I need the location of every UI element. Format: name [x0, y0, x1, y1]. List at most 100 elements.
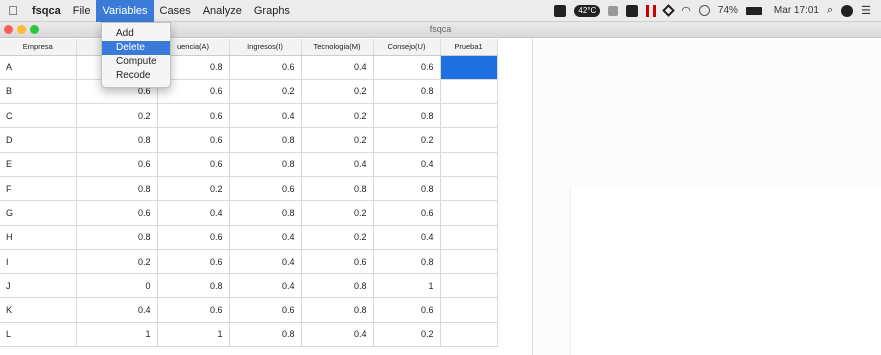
row-label[interactable]: G [0, 200, 77, 226]
table-cell[interactable]: 0.8 [76, 127, 158, 153]
table-cell[interactable]: 0.2 [373, 127, 441, 153]
parallels-icon[interactable] [646, 4, 657, 17]
table-cell[interactable]: 0.4 [157, 200, 230, 226]
table-cell[interactable]: 0.6 [76, 152, 158, 177]
table-cell[interactable]: 0.4 [229, 225, 302, 250]
wifi-icon[interactable]: ◠ [681, 4, 691, 17]
table-cell[interactable]: 0.4 [373, 225, 441, 250]
row-label[interactable]: E [0, 152, 77, 177]
table-cell[interactable]: 0.8 [373, 103, 441, 129]
table-cell[interactable]: 0.4 [301, 152, 374, 177]
menu-item-add[interactable]: Add [102, 27, 170, 41]
table-cell[interactable] [440, 127, 498, 153]
row-label[interactable]: L [0, 322, 77, 348]
time-machine-icon[interactable] [698, 5, 710, 16]
camera-icon[interactable] [554, 4, 567, 17]
siri-icon[interactable] [841, 4, 854, 17]
table-cell[interactable]: 0.4 [229, 273, 302, 299]
table-cell[interactable]: 0.8 [76, 225, 158, 250]
table-cell[interactable]: 0.4 [301, 322, 374, 348]
table-cell[interactable] [440, 249, 498, 275]
clock[interactable]: Mar 17:01 [774, 5, 819, 16]
table-cell[interactable]: 0.8 [157, 273, 230, 299]
table-cell[interactable]: 0.2 [301, 127, 374, 153]
table-cell[interactable]: 0.8 [373, 249, 441, 275]
table-cell[interactable]: 0.8 [301, 176, 374, 202]
app-menu[interactable]: fsqca [26, 0, 67, 22]
row-label[interactable]: B [0, 79, 77, 105]
column-header[interactable]: Consejo(U) [373, 39, 441, 56]
table-cell[interactable] [440, 152, 498, 177]
table-cell[interactable]: 0.8 [229, 322, 302, 348]
table-cell[interactable]: 0.8 [229, 200, 302, 226]
table-cell[interactable]: 0.2 [373, 322, 441, 348]
menu-graphs[interactable]: Graphs [248, 0, 296, 22]
battery-percent[interactable]: 74% [718, 5, 738, 16]
table-cell[interactable] [440, 322, 498, 348]
search-icon[interactable]: ⌕ [827, 4, 833, 17]
table-cell[interactable]: 0.6 [229, 297, 302, 323]
table-cell[interactable] [440, 103, 498, 129]
table-cell[interactable]: 0.2 [301, 225, 374, 250]
table-cell[interactable]: 0.2 [76, 249, 158, 275]
table-cell[interactable]: 0.6 [229, 176, 302, 202]
row-label[interactable]: A [0, 55, 77, 80]
menu-analyze[interactable]: Analyze [197, 0, 248, 22]
table-cell[interactable] [440, 176, 498, 202]
column-header[interactable]: Prueba1 [440, 39, 498, 56]
table-cell[interactable]: 0 [76, 273, 158, 299]
table-cell[interactable]: 0.8 [373, 176, 441, 202]
table-cell[interactable] [440, 225, 498, 250]
table-cell[interactable]: 0.6 [157, 297, 230, 323]
row-label[interactable]: I [0, 249, 77, 275]
table-cell[interactable]: 0.6 [373, 55, 441, 80]
diamond-icon[interactable] [662, 4, 676, 17]
table-cell[interactable]: 0.6 [157, 249, 230, 275]
menu-item-delete[interactable]: Delete [102, 41, 170, 55]
table-cell[interactable]: 0.8 [229, 127, 302, 153]
apple-icon[interactable]:  [0, 3, 26, 18]
row-label[interactable]: K [0, 297, 77, 323]
table-cell[interactable]: 0.6 [157, 225, 230, 250]
table-cell[interactable]: 0.6 [157, 152, 230, 177]
table-cell[interactable]: 0.6 [157, 127, 230, 153]
table-cell[interactable]: 0.2 [229, 79, 302, 105]
notification-center-icon[interactable]: ☰ [861, 4, 871, 17]
table-cell[interactable]: 0.2 [301, 200, 374, 226]
table-cell[interactable]: 0.4 [229, 103, 302, 129]
menu-item-recode[interactable]: Recode [102, 69, 170, 83]
bold-b-icon[interactable] [626, 4, 639, 17]
temperature-badge[interactable]: 42°C [574, 4, 601, 17]
table-cell[interactable]: 0.8 [301, 297, 374, 323]
table-cell[interactable] [440, 297, 498, 323]
table-cell[interactable]: 0.2 [76, 103, 158, 129]
table-cell[interactable]: 0.6 [229, 55, 302, 80]
table-cell[interactable]: 1 [157, 322, 230, 348]
menu-variables[interactable]: Variables [96, 0, 154, 22]
table-cell[interactable]: 0.8 [229, 152, 302, 177]
table-cell[interactable]: 0.4 [301, 55, 374, 80]
table-cell[interactable]: 0.2 [301, 103, 374, 129]
table-cell[interactable]: 0.4 [373, 152, 441, 177]
column-header[interactable]: Ingresos(I) [229, 39, 302, 56]
table-cell[interactable]: 0.6 [373, 297, 441, 323]
table-cell[interactable]: 0.4 [76, 297, 158, 323]
menu-item-compute[interactable]: Compute [102, 55, 170, 69]
row-label[interactable]: F [0, 176, 77, 202]
table-cell[interactable]: 0.2 [157, 176, 230, 202]
row-label[interactable]: D [0, 127, 77, 153]
table-cell[interactable]: 0.8 [301, 273, 374, 299]
column-header[interactable]: Empresa [0, 39, 77, 56]
table-cell[interactable]: 0.2 [301, 79, 374, 105]
table-cell[interactable]: 0.8 [76, 176, 158, 202]
table-cell[interactable]: 0.6 [373, 200, 441, 226]
column-header[interactable]: Tecnologia(M) [301, 39, 374, 56]
table-cell[interactable] [440, 200, 498, 226]
row-label[interactable]: J [0, 273, 77, 299]
battery-icon[interactable] [745, 6, 762, 15]
row-label[interactable]: H [0, 225, 77, 250]
table-cell[interactable]: 0.8 [373, 79, 441, 105]
grid-icon[interactable] [608, 5, 619, 16]
table-cell[interactable] [440, 55, 498, 80]
table-cell[interactable]: 0.6 [301, 249, 374, 275]
